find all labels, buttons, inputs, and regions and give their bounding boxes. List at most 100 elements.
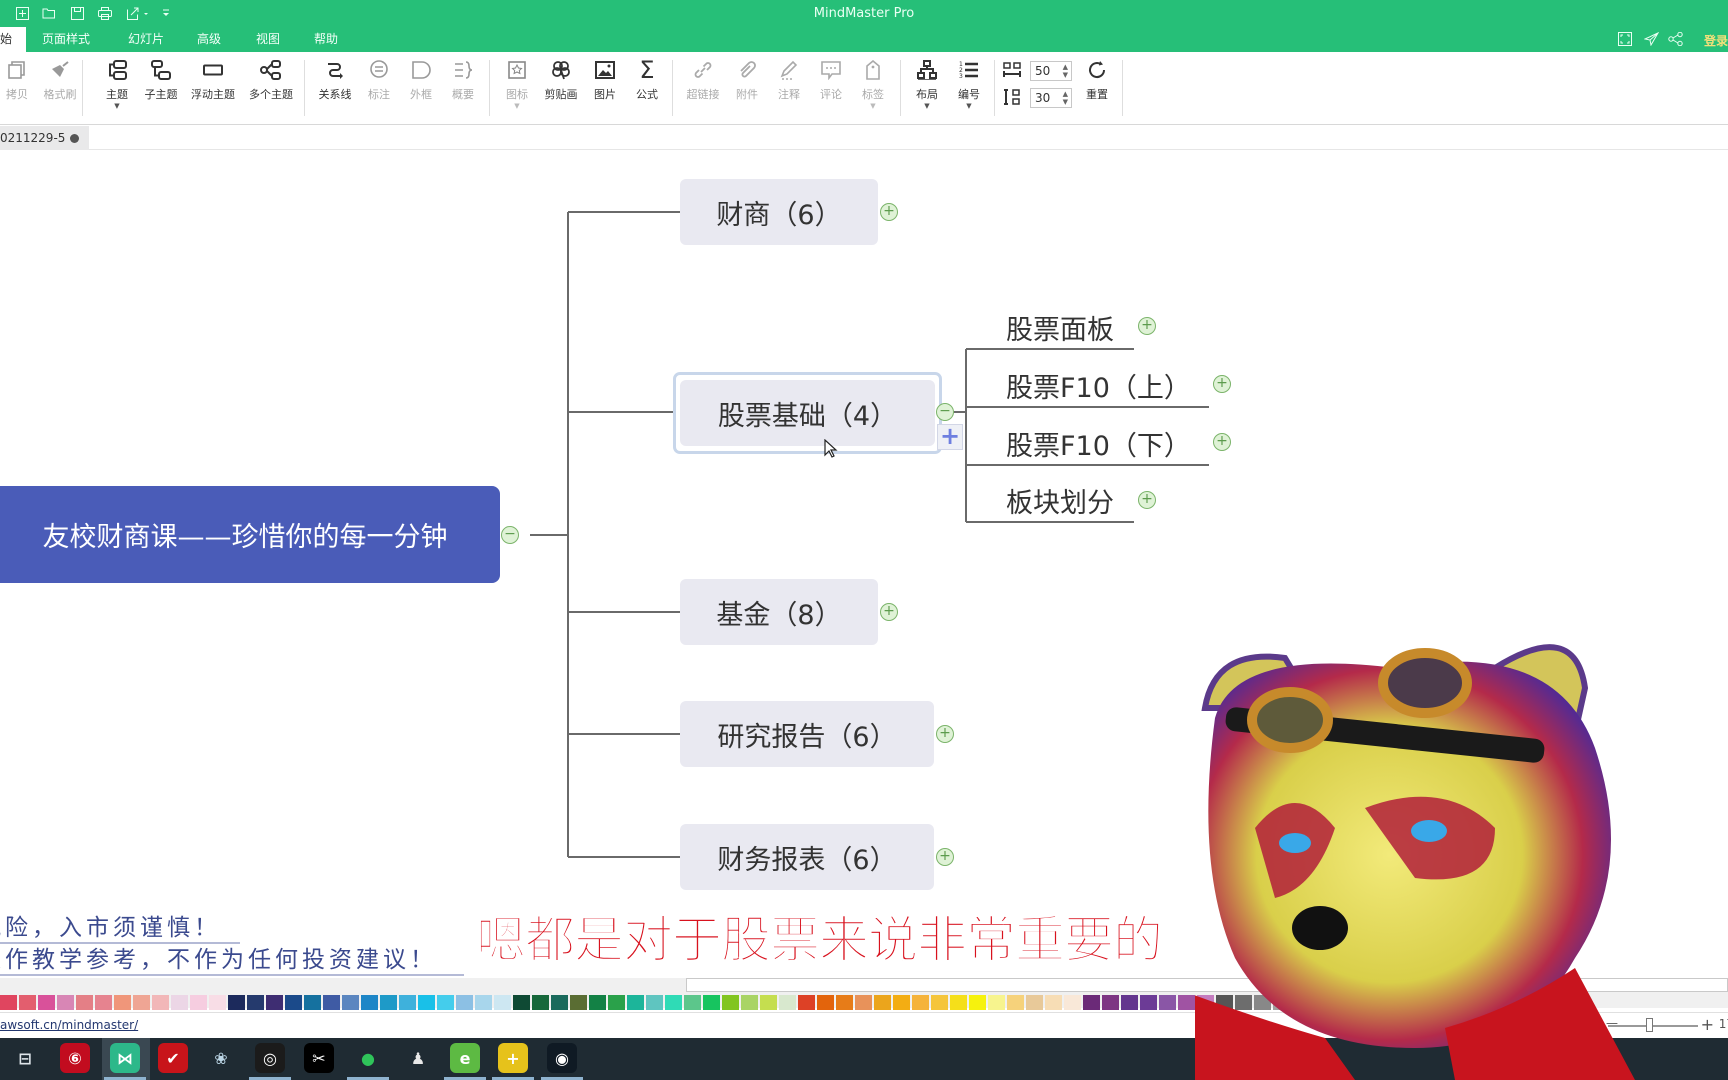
- color-swatch[interactable]: [114, 995, 131, 1010]
- color-swatch[interactable]: [266, 995, 283, 1010]
- color-swatch[interactable]: [741, 995, 758, 1010]
- subtopic-1[interactable]: 股票F10（上）: [1006, 366, 1191, 405]
- color-swatch[interactable]: [931, 995, 948, 1010]
- color-swatch[interactable]: [437, 995, 454, 1010]
- vertical-spacing-input[interactable]: 30 ▲ ▼: [1030, 88, 1072, 108]
- expand-icon[interactable]: +: [936, 725, 954, 743]
- color-swatch[interactable]: [627, 995, 644, 1010]
- color-swatch[interactable]: [969, 995, 986, 1010]
- task-view-icon[interactable]: ⊟: [10, 1043, 40, 1073]
- color-swatch[interactable]: [95, 995, 112, 1010]
- dropdown-caret-icon[interactable]: ▼: [492, 102, 542, 110]
- numbering-button[interactable]: 123 编号 ▼: [944, 57, 994, 117]
- color-swatch[interactable]: [1045, 995, 1062, 1010]
- color-swatch[interactable]: [76, 995, 93, 1010]
- color-swatch[interactable]: [589, 995, 606, 1010]
- expand-icon[interactable]: +: [1213, 433, 1231, 451]
- tab-help[interactable]: 帮助: [308, 27, 344, 52]
- expand-icon[interactable]: +: [880, 203, 898, 221]
- topic-button[interactable]: 主题 ▼: [92, 57, 142, 117]
- horizontal-spacing-input[interactable]: 50 ▲ ▼: [1030, 61, 1072, 81]
- color-swatch[interactable]: [399, 995, 416, 1010]
- add-subtopic-button[interactable]: +: [937, 424, 963, 450]
- website-link[interactable]: awsoft.cn/mindmaster/: [0, 1018, 138, 1032]
- color-swatch[interactable]: [456, 995, 473, 1010]
- color-swatch[interactable]: [1178, 995, 1195, 1010]
- color-swatch[interactable]: [361, 995, 378, 1010]
- color-swatch[interactable]: [513, 995, 530, 1010]
- netease-music-icon[interactable]: ⑥: [60, 1043, 90, 1073]
- document-tab[interactable]: 0211229-5: [0, 126, 89, 150]
- color-swatch[interactable]: [152, 995, 169, 1010]
- color-swatch[interactable]: [494, 995, 511, 1010]
- color-swatch[interactable]: [855, 995, 872, 1010]
- color-swatch[interactable]: [380, 995, 397, 1010]
- spinner-arrows-icon[interactable]: ▲ ▼: [1063, 90, 1068, 106]
- color-swatch[interactable]: [247, 995, 264, 1010]
- color-swatch[interactable]: [1159, 995, 1176, 1010]
- fullscreen-icon[interactable]: [1617, 31, 1633, 47]
- color-swatch[interactable]: [836, 995, 853, 1010]
- obs-icon[interactable]: ◎: [255, 1043, 285, 1073]
- color-swatch[interactable]: [1140, 995, 1157, 1010]
- zoom-slider-handle[interactable]: [1645, 1018, 1653, 1032]
- collapse-icon[interactable]: −: [936, 403, 954, 421]
- hyperlink-button[interactable]: 超链接: [678, 57, 728, 117]
- tab-advanced[interactable]: 高级: [191, 27, 227, 52]
- unsaved-dot-icon[interactable]: [70, 134, 79, 143]
- snow-app-icon[interactable]: ❀: [206, 1043, 236, 1073]
- zoom-in-button[interactable]: +: [1701, 1015, 1714, 1034]
- color-swatch[interactable]: [209, 995, 226, 1010]
- color-swatch[interactable]: [950, 995, 967, 1010]
- mindmaster-icon[interactable]: ⋈: [110, 1043, 140, 1073]
- root-topic[interactable]: 友校财商课——珍惜你的每一分钟: [0, 486, 500, 583]
- branch-topic-3[interactable]: 研究报告（6）: [680, 701, 934, 767]
- floating-topic-button[interactable]: 浮动主题: [187, 57, 239, 117]
- color-swatch[interactable]: [912, 995, 929, 1010]
- subtopic-button[interactable]: 子主题: [136, 57, 186, 117]
- color-swatch[interactable]: [1121, 995, 1138, 1010]
- collapse-root-icon[interactable]: −: [501, 526, 519, 544]
- color-swatch[interactable]: [190, 995, 207, 1010]
- color-swatch[interactable]: [760, 995, 777, 1010]
- eye-app-icon[interactable]: ◉: [547, 1043, 577, 1073]
- color-swatch[interactable]: [570, 995, 587, 1010]
- color-swatch[interactable]: [323, 995, 340, 1010]
- tab-start[interactable]: 始: [0, 27, 26, 52]
- relationship-button[interactable]: 关系线: [310, 57, 360, 117]
- color-swatch[interactable]: [646, 995, 663, 1010]
- expand-icon[interactable]: +: [936, 848, 954, 866]
- spinner-arrows-icon[interactable]: ▲ ▼: [1063, 63, 1068, 79]
- color-swatch[interactable]: [703, 995, 720, 1010]
- multiple-topics-button[interactable]: 多个主题: [245, 57, 297, 117]
- qq-icon[interactable]: ♟: [403, 1043, 433, 1073]
- color-swatch[interactable]: [171, 995, 188, 1010]
- color-swatch[interactable]: [19, 995, 36, 1010]
- color-swatch[interactable]: [532, 995, 549, 1010]
- summary-button[interactable]: 概要: [438, 57, 488, 117]
- color-swatch[interactable]: [608, 995, 625, 1010]
- color-swatch[interactable]: [798, 995, 815, 1010]
- subtopic-2[interactable]: 股票F10（下）: [1006, 424, 1191, 463]
- subtopic-0[interactable]: 股票面板: [1006, 308, 1114, 347]
- expand-icon[interactable]: +: [1138, 317, 1156, 335]
- tab-page-style[interactable]: 页面样式: [36, 27, 96, 52]
- color-swatch[interactable]: [551, 995, 568, 1010]
- wechat-icon[interactable]: ●: [353, 1043, 383, 1073]
- dropdown-caret-icon[interactable]: ▼: [848, 102, 898, 110]
- color-swatch[interactable]: [38, 995, 55, 1010]
- expand-icon[interactable]: +: [1213, 375, 1231, 393]
- color-swatch[interactable]: [418, 995, 435, 1010]
- tab-slides[interactable]: 幻灯片: [122, 27, 170, 52]
- send-icon[interactable]: [1643, 31, 1659, 47]
- color-swatch[interactable]: [304, 995, 321, 1010]
- expand-icon[interactable]: +: [880, 603, 898, 621]
- color-swatch[interactable]: [133, 995, 150, 1010]
- login-button[interactable]: 登录: [1704, 32, 1728, 49]
- color-swatch[interactable]: [57, 995, 74, 1010]
- dropdown-caret-icon[interactable]: ▼: [92, 102, 142, 110]
- color-swatch[interactable]: [874, 995, 891, 1010]
- reset-button[interactable]: 重置: [1072, 57, 1122, 117]
- color-swatch[interactable]: [817, 995, 834, 1010]
- branch-topic-4[interactable]: 财务报表（6）: [680, 824, 934, 890]
